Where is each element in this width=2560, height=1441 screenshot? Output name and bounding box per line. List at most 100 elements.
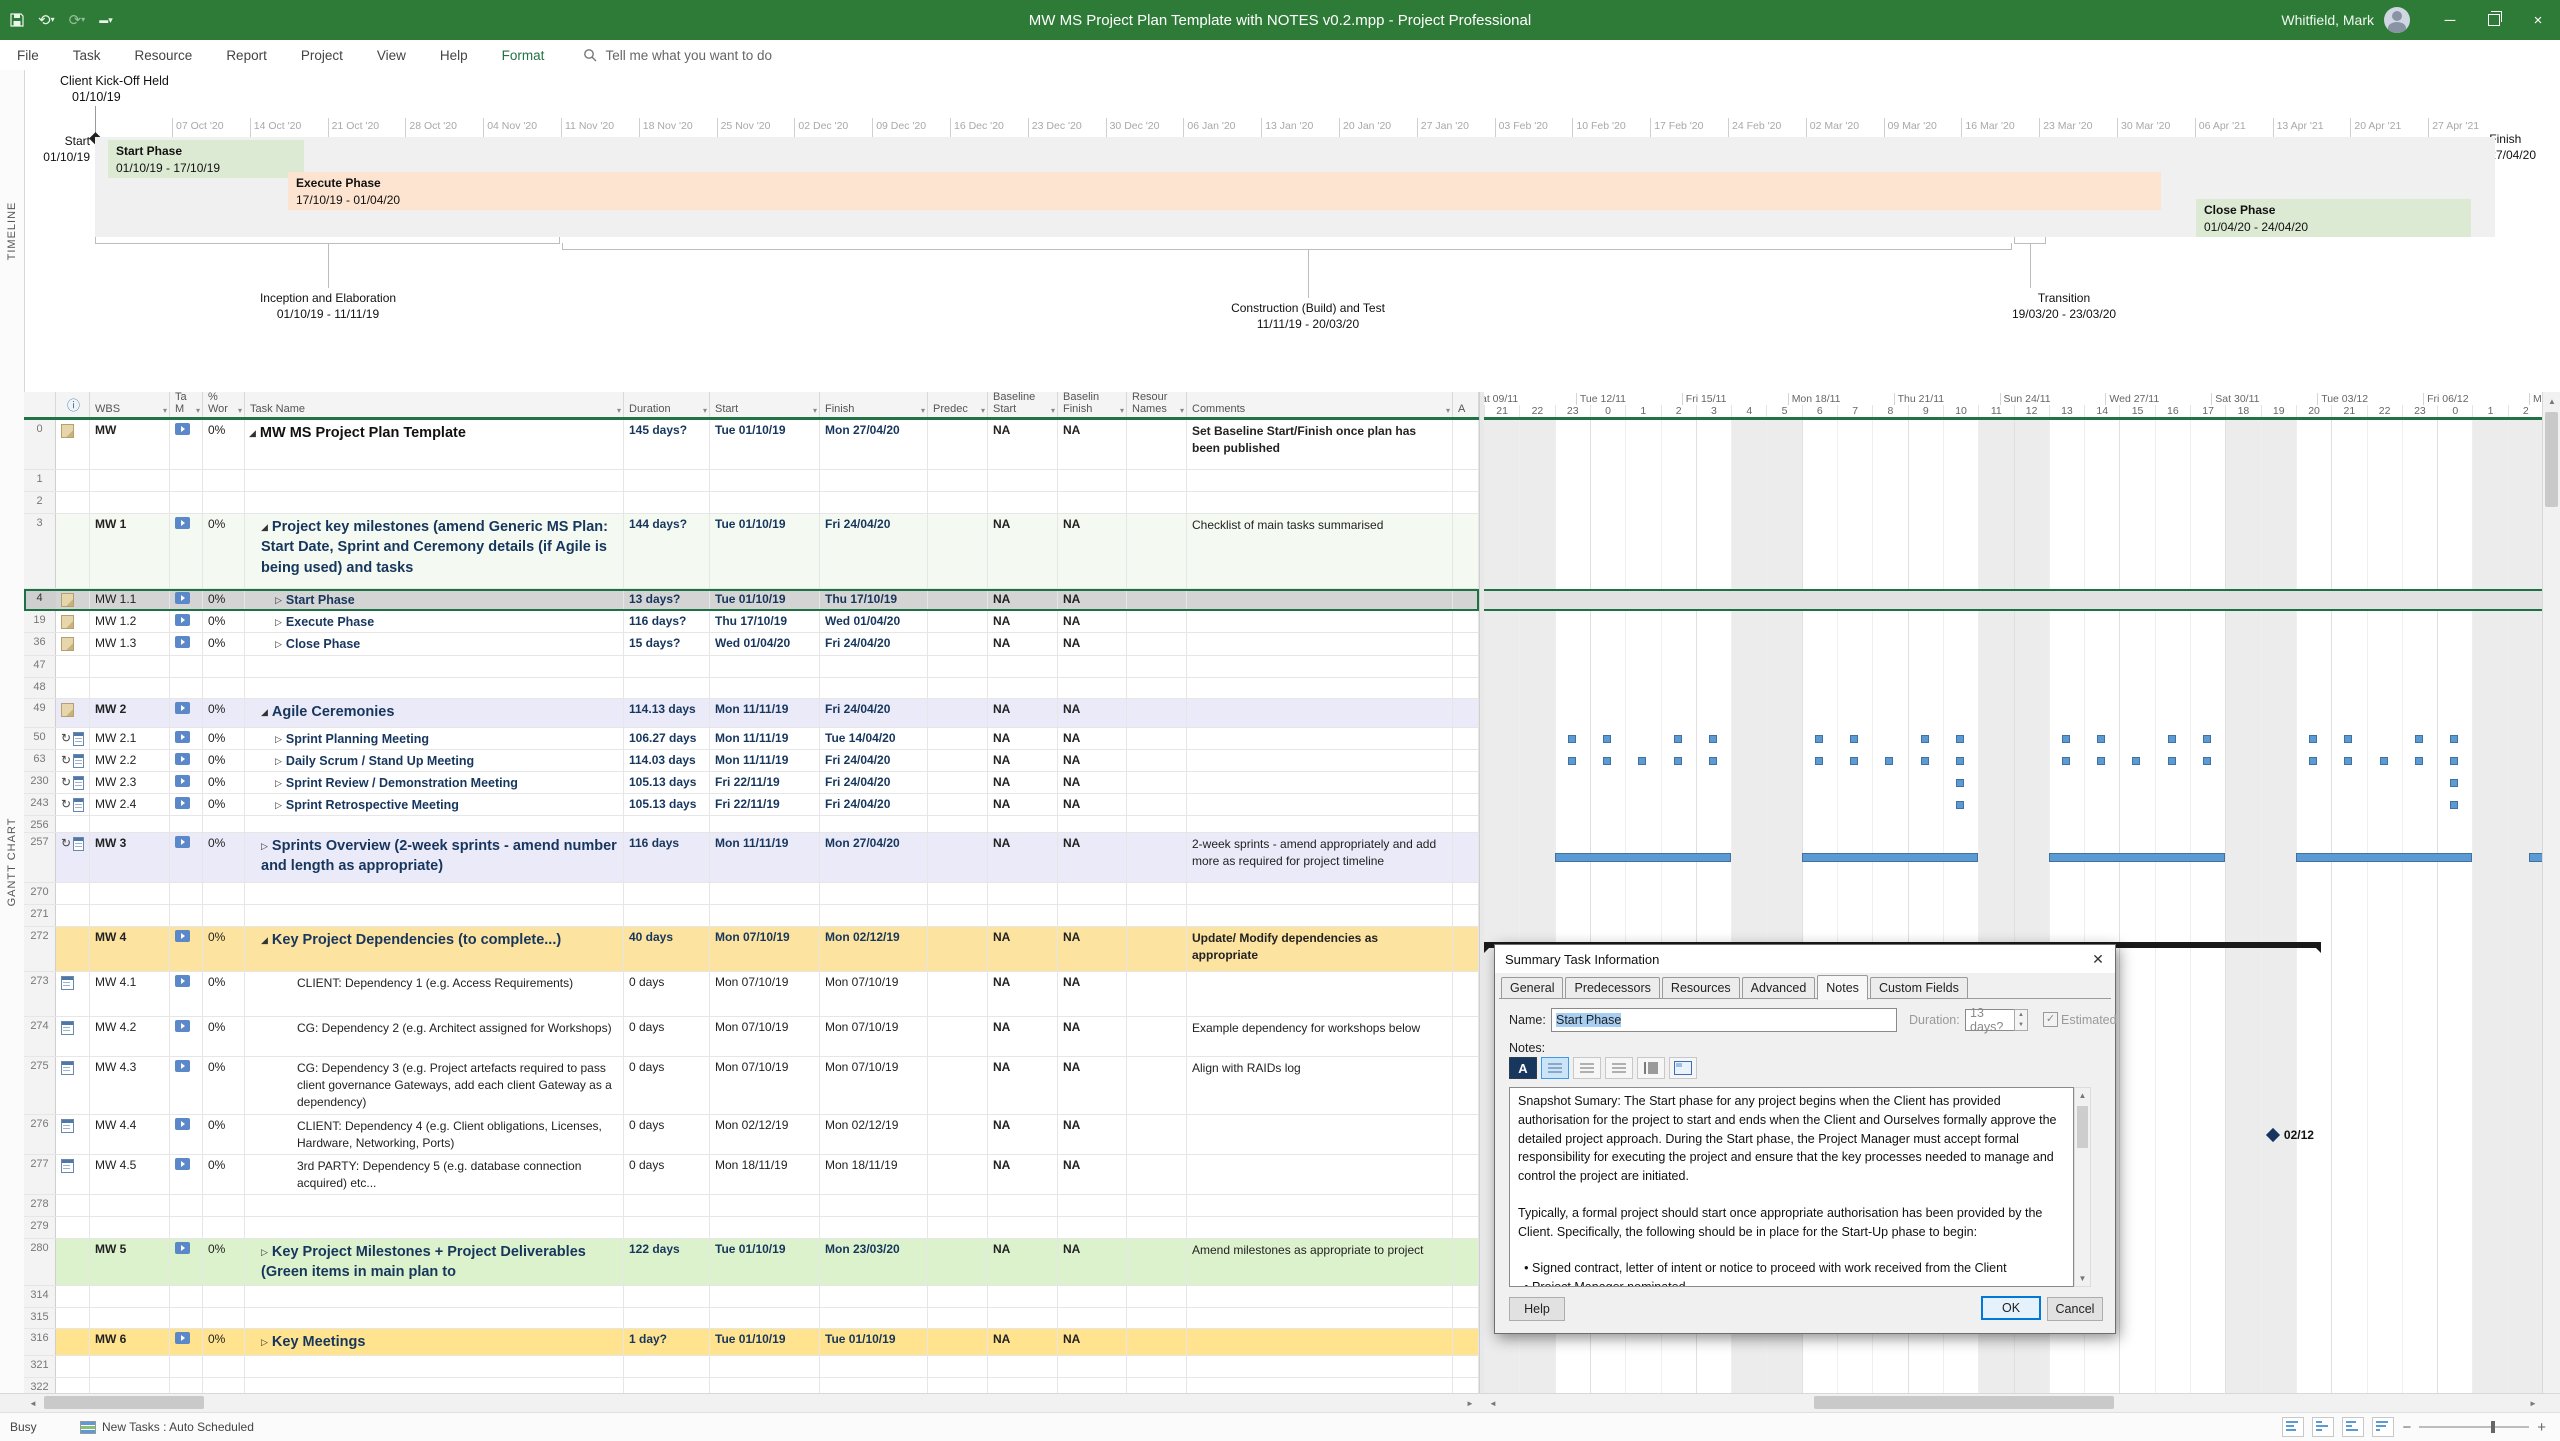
- menu-tab-help[interactable]: Help: [423, 40, 485, 70]
- cell-bs[interactable]: [988, 470, 1058, 491]
- cell-acol[interactable]: [1453, 1115, 1479, 1154]
- cell-dur[interactable]: 122 days: [624, 1239, 710, 1285]
- cell-bf[interactable]: NA: [1058, 1017, 1127, 1056]
- cell-bs[interactable]: NA: [988, 1239, 1058, 1285]
- cell-fin[interactable]: Fri 24/04/20: [820, 633, 928, 655]
- cell-ind[interactable]: [56, 1057, 90, 1114]
- cell-pw[interactable]: 0%: [203, 611, 245, 632]
- row-number[interactable]: 1: [24, 470, 56, 491]
- cell-bf[interactable]: [1058, 678, 1127, 698]
- timeline-phase-bar[interactable]: Execute Phase17/10/19 - 01/04/20: [288, 172, 2161, 210]
- cell-wbs[interactable]: MW 4.3: [90, 1057, 170, 1114]
- cell-res[interactable]: [1127, 833, 1187, 882]
- cell-fin[interactable]: [820, 883, 928, 904]
- cell-dur[interactable]: 15 days?: [624, 633, 710, 655]
- cell-pred[interactable]: [928, 728, 988, 749]
- cell-res[interactable]: [1127, 470, 1187, 491]
- row-number[interactable]: 256: [24, 816, 56, 832]
- cell-fin[interactable]: Tue 01/10/19: [820, 1329, 928, 1355]
- cell-dur[interactable]: 114.03 days: [624, 750, 710, 771]
- cell-res[interactable]: [1127, 656, 1187, 677]
- cell-name[interactable]: ▷Key Meetings: [245, 1329, 624, 1355]
- recurring-task-bar[interactable]: [2203, 735, 2211, 743]
- expand-triangle-icon[interactable]: ▷: [261, 1336, 268, 1349]
- cell-start[interactable]: [710, 905, 820, 926]
- cell-start[interactable]: [710, 1286, 820, 1307]
- vertical-scrollbar[interactable]: ▲ ▼: [2542, 392, 2560, 1412]
- cell-bs[interactable]: NA: [988, 728, 1058, 749]
- cell-wbs[interactable]: MW: [90, 420, 170, 469]
- cell-bf[interactable]: [1058, 883, 1127, 904]
- cell-wbs[interactable]: MW 4.5: [90, 1155, 170, 1194]
- collapse-triangle-icon[interactable]: ◢: [261, 521, 268, 534]
- cell-wbs[interactable]: MW 1: [90, 514, 170, 588]
- cell-bf[interactable]: [1058, 492, 1127, 513]
- cell-res[interactable]: [1127, 1308, 1187, 1328]
- cell-bs[interactable]: NA: [988, 1155, 1058, 1194]
- recurring-task-bar[interactable]: [2097, 735, 2105, 743]
- cell-tm[interactable]: [170, 833, 203, 882]
- cell-fin[interactable]: [820, 1378, 928, 1393]
- cell-bs[interactable]: [988, 816, 1058, 832]
- cell-res[interactable]: [1127, 750, 1187, 771]
- cell-tm[interactable]: [170, 794, 203, 815]
- cell-pw[interactable]: 0%: [203, 927, 245, 971]
- recurring-task-bar[interactable]: [1956, 757, 1964, 765]
- cell-dur[interactable]: 0 days: [624, 1155, 710, 1194]
- notes-scrollbar[interactable]: ▲ ▼: [2074, 1087, 2091, 1287]
- cell-wbs[interactable]: [90, 1286, 170, 1307]
- recurring-task-bar[interactable]: [2203, 757, 2211, 765]
- cell-bf[interactable]: [1058, 1356, 1127, 1377]
- cell-name[interactable]: [245, 816, 624, 832]
- cell-ind[interactable]: [56, 1115, 90, 1154]
- cell-bs[interactable]: NA: [988, 972, 1058, 1016]
- expand-triangle-icon[interactable]: ▷: [275, 638, 282, 651]
- cell-acol[interactable]: [1453, 1057, 1479, 1114]
- cell-pw[interactable]: 0%: [203, 1329, 245, 1355]
- cell-bs[interactable]: [988, 1378, 1058, 1393]
- cell-fin[interactable]: Tue 14/04/20: [820, 728, 928, 749]
- cell-dur[interactable]: [624, 1356, 710, 1377]
- table-row[interactable]: 3MW 10%◢Project key milestones (amend Ge…: [24, 514, 1479, 589]
- cell-dur[interactable]: 106.27 days: [624, 728, 710, 749]
- cell-pred[interactable]: [928, 1115, 988, 1154]
- cell-ind[interactable]: [56, 816, 90, 832]
- cell-dur[interactable]: 0 days: [624, 972, 710, 1016]
- row-number[interactable]: 316: [24, 1329, 56, 1355]
- column-header-pred[interactable]: Predec▾: [928, 392, 988, 417]
- cell-ind[interactable]: [56, 1356, 90, 1377]
- cell-ind[interactable]: ↻: [56, 794, 90, 815]
- cell-bf[interactable]: NA: [1058, 699, 1127, 727]
- cell-fin[interactable]: Mon 07/10/19: [820, 972, 928, 1016]
- cell-fin[interactable]: [820, 656, 928, 677]
- cell-fin[interactable]: Thu 17/10/19: [820, 589, 928, 610]
- redo-button[interactable]: ⟳▾: [69, 13, 86, 28]
- cell-fin[interactable]: [820, 1356, 928, 1377]
- cell-bs[interactable]: [988, 1308, 1058, 1328]
- cell-start[interactable]: Tue 01/10/19: [710, 589, 820, 610]
- cell-com[interactable]: [1187, 678, 1453, 698]
- row-number[interactable]: 36: [24, 633, 56, 655]
- row-number[interactable]: 272: [24, 927, 56, 971]
- cell-ind[interactable]: [56, 883, 90, 904]
- cell-res[interactable]: [1127, 927, 1187, 971]
- cell-wbs[interactable]: MW 6: [90, 1329, 170, 1355]
- cell-pred[interactable]: [928, 1217, 988, 1238]
- cell-acol[interactable]: [1453, 1217, 1479, 1238]
- cell-ind[interactable]: [56, 927, 90, 971]
- cell-pw[interactable]: [203, 1308, 245, 1328]
- cell-acol[interactable]: [1453, 1308, 1479, 1328]
- cell-tm[interactable]: [170, 1356, 203, 1377]
- cell-tm[interactable]: [170, 1057, 203, 1114]
- cell-res[interactable]: [1127, 1217, 1187, 1238]
- recurring-task-bar[interactable]: [1956, 735, 1964, 743]
- cell-fin[interactable]: Mon 07/10/19: [820, 1017, 928, 1056]
- cell-bs[interactable]: NA: [988, 1115, 1058, 1154]
- cell-ind[interactable]: ↻: [56, 833, 90, 882]
- cell-dur[interactable]: [624, 883, 710, 904]
- cell-start[interactable]: [710, 1308, 820, 1328]
- cell-dur[interactable]: 0 days: [624, 1017, 710, 1056]
- table-row[interactable]: 47: [24, 656, 1479, 678]
- recurring-task-bar[interactable]: [1815, 757, 1823, 765]
- cell-com[interactable]: Align with RAIDs log: [1187, 1057, 1453, 1114]
